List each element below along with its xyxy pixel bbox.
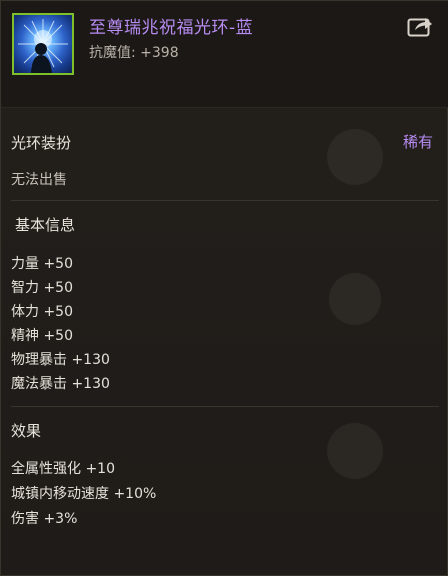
effect-line-move-speed: 城镇内移动速度 +10% bbox=[11, 486, 157, 502]
background-ghost-icon bbox=[327, 423, 383, 479]
stat-line-intelligence: 智力 +50 bbox=[11, 280, 73, 296]
background-ghost-icon bbox=[329, 273, 381, 325]
item-name: 至尊瑞兆祝福光环-蓝 bbox=[89, 18, 254, 38]
rarity-label: 稀有 bbox=[402, 133, 433, 151]
aura-blue-item-icon bbox=[12, 13, 74, 75]
category-title: 光环装扮 bbox=[11, 134, 72, 152]
item-stat-magic-resist: 抗魔值: +398 bbox=[89, 45, 179, 61]
effect-line-damage: 伤害 +3% bbox=[11, 511, 78, 527]
section-divider bbox=[11, 200, 439, 201]
effect-line-all-stats: 全属性强化 +10 bbox=[11, 461, 115, 477]
stat-line-vitality: 体力 +50 bbox=[11, 304, 73, 320]
stat-line-magic-crit: 魔法暴击 +130 bbox=[11, 376, 110, 392]
basic-info-title: 基本信息 bbox=[15, 216, 76, 234]
section-divider bbox=[11, 406, 439, 407]
item-tooltip: 至尊瑞兆祝福光环-蓝 抗魔值: +398 光环装扮 稀有 无法出售 基本信息 力… bbox=[0, 0, 448, 576]
effects-title: 效果 bbox=[11, 422, 42, 440]
share-export-icon bbox=[407, 18, 432, 37]
stat-line-physical-crit: 物理暴击 +130 bbox=[11, 352, 110, 368]
tooltip-header: 至尊瑞兆祝福光环-蓝 抗魔值: +398 bbox=[1, 1, 448, 108]
trade-status: 无法出售 bbox=[11, 172, 67, 188]
stat-line-spirit: 精神 +50 bbox=[11, 328, 73, 344]
share-button[interactable] bbox=[407, 15, 433, 37]
stat-line-strength: 力量 +50 bbox=[11, 256, 73, 272]
background-ghost-icon bbox=[327, 129, 383, 185]
